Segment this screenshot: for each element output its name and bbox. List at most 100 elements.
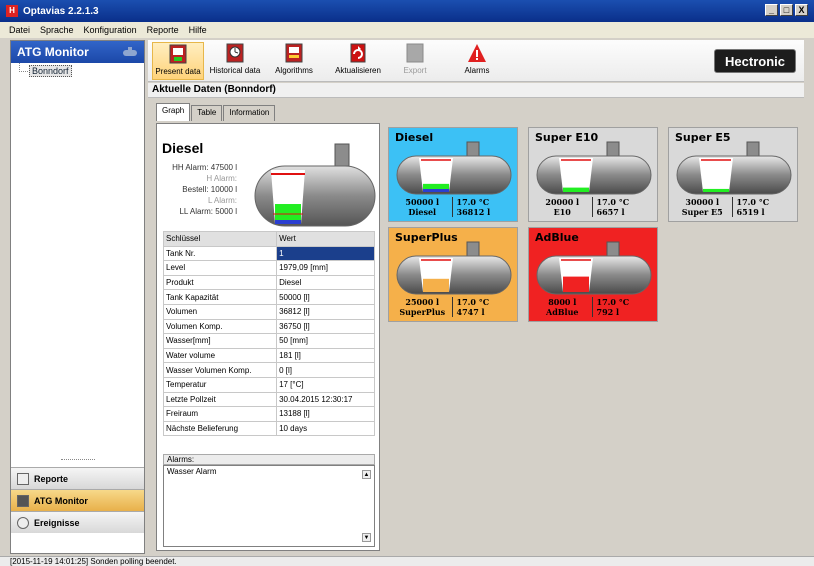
historical-data-icon bbox=[226, 43, 244, 63]
table-row[interactable]: Temperatur 17 [°C] bbox=[162, 376, 375, 393]
row-value: 50 [mm] bbox=[276, 333, 375, 349]
row-value: 181 [l] bbox=[276, 347, 375, 364]
window-title: Optavias 2.2.1.3 bbox=[23, 5, 99, 17]
tank-icon bbox=[123, 47, 137, 56]
refresh-button[interactable]: Aktualisieren bbox=[332, 42, 384, 80]
row-key: Wasser Volumen Komp. bbox=[162, 362, 278, 378]
historical-data-button[interactable]: Historical data bbox=[206, 42, 264, 80]
water-layer bbox=[275, 220, 301, 224]
tab-information[interactable]: Information bbox=[223, 105, 276, 121]
table-row[interactable]: Tank Nr. 1 bbox=[162, 245, 375, 262]
tank-card-diesel[interactable]: Diesel 50000 l Diesel 17.0 °C 36812 l bbox=[388, 127, 518, 222]
tank-card-super-e5[interactable]: Super E5 30000 l Super E5 17.0 °C 6519 l bbox=[668, 127, 798, 222]
menu-datei[interactable]: Datei bbox=[4, 25, 35, 35]
toolbar: Present data Historical data Algorithms … bbox=[148, 40, 804, 82]
alarms-button[interactable]: Alarms bbox=[460, 42, 494, 80]
col-header-key[interactable]: Schlüssel bbox=[162, 231, 278, 247]
ll-alarm: LL Alarm: 5000 l bbox=[179, 207, 237, 216]
tank-card-superplus[interactable]: SuperPlus 25000 l SuperPlus 17.0 °C 4747 l bbox=[388, 227, 518, 322]
row-value: 30.04.2015 12:30:17 bbox=[276, 391, 375, 408]
tank-window bbox=[559, 158, 593, 192]
table-row[interactable]: Wasser[mm] 50 [mm] bbox=[162, 333, 375, 349]
tank-icon bbox=[17, 494, 29, 507]
table-row[interactable]: Level 1979,09 [mm] bbox=[162, 260, 375, 276]
algorithms-button[interactable]: Algorithms bbox=[272, 42, 316, 80]
table-row[interactable]: Nächste Belieferung 10 days bbox=[162, 420, 375, 437]
tank-graphic bbox=[536, 241, 652, 295]
tank-window bbox=[699, 158, 733, 192]
alarms-label: Alarms: bbox=[163, 454, 375, 465]
splitter-grip[interactable] bbox=[61, 459, 95, 463]
nav-ereignisse[interactable]: Ereignisse bbox=[11, 511, 144, 533]
row-key: Freiraum bbox=[162, 406, 278, 422]
maximize-button[interactable]: □ bbox=[780, 4, 793, 16]
tab-graph[interactable]: Graph bbox=[156, 103, 191, 121]
menu-reporte[interactable]: Reporte bbox=[142, 25, 184, 35]
tank-graphic bbox=[396, 241, 512, 295]
menu-konfiguration[interactable]: Konfiguration bbox=[79, 25, 142, 35]
row-value: 17 [°C] bbox=[276, 376, 375, 393]
close-button[interactable]: X bbox=[795, 4, 808, 16]
table-row[interactable]: Freiraum 13188 [l] bbox=[162, 406, 375, 422]
product-title: Diesel bbox=[162, 140, 204, 156]
scroll-up-icon[interactable]: ▲ bbox=[362, 470, 371, 479]
tank-graphic bbox=[396, 141, 512, 195]
row-key: Tank Kapazität bbox=[162, 289, 278, 305]
tab-table[interactable]: Table bbox=[191, 105, 223, 121]
row-value: 36812 [l] bbox=[276, 303, 375, 320]
row-value: 0 [l] bbox=[276, 362, 375, 378]
tank-fill bbox=[563, 187, 589, 192]
table-row[interactable]: Volumen 36812 [l] bbox=[162, 303, 375, 320]
alarms-section: Alarms: Wasser Alarm ▲ ▼ bbox=[163, 454, 375, 548]
sidebar-title: ATG Monitor bbox=[17, 45, 89, 59]
hh-alarm: HH Alarm: 47500 l bbox=[172, 163, 237, 172]
row-value: Diesel bbox=[276, 274, 375, 291]
clock-icon bbox=[17, 516, 29, 529]
present-data-button[interactable]: Present data bbox=[152, 42, 204, 80]
tank-values: 25000 l SuperPlus 17.0 °C 4747 l bbox=[393, 297, 515, 317]
table-row[interactable]: Letzte Pollzeit 30.04.2015 12:30:17 bbox=[162, 391, 375, 408]
nav-atg-monitor[interactable]: ATG Monitor bbox=[11, 489, 144, 511]
row-key: Volumen Komp. bbox=[162, 318, 278, 335]
sidebar-header: ATG Monitor bbox=[11, 41, 144, 63]
tree-item-bonndorf[interactable]: Bonndorf bbox=[11, 63, 144, 77]
col-header-value[interactable]: Wert bbox=[276, 231, 375, 247]
tank-card-adblue[interactable]: AdBlue 8000 l AdBlue 17.0 °C 792 l bbox=[528, 227, 658, 322]
report-icon bbox=[17, 472, 29, 485]
main-content: Graph Table Information Diesel HH Alarm:… bbox=[148, 99, 804, 554]
l-alarm: L Alarm: bbox=[207, 196, 237, 205]
tank-detail-panel: Diesel HH Alarm: 47500 l H Alarm: Bestel… bbox=[156, 123, 380, 551]
sidebar: ATG Monitor Bonndorf Reporte ATG Monitor… bbox=[10, 40, 145, 554]
row-key: Produkt bbox=[162, 274, 278, 291]
export-button[interactable]: Export bbox=[400, 42, 430, 80]
algorithms-icon bbox=[285, 43, 303, 63]
row-key: Temperatur bbox=[162, 376, 278, 393]
title-bar: H Optavias 2.2.1.3 _ □ X bbox=[0, 0, 814, 22]
table-row[interactable]: Tank Kapazität 50000 [l] bbox=[162, 289, 375, 305]
alarm-warning-icon bbox=[468, 44, 486, 62]
row-value: 13188 [l] bbox=[276, 406, 375, 422]
menu-bar: Datei Sprache Konfiguration Reporte Hilf… bbox=[0, 22, 814, 38]
row-value: 1979,09 [mm] bbox=[276, 260, 375, 276]
tank-fill bbox=[563, 276, 589, 292]
tank-fill bbox=[703, 188, 729, 192]
export-icon bbox=[406, 43, 424, 63]
alarms-textarea[interactable]: Wasser Alarm ▲ ▼ bbox=[163, 465, 375, 547]
page-title: Aktuelle Daten (Bonndorf) bbox=[148, 83, 804, 98]
row-key: Wasser[mm] bbox=[162, 333, 278, 349]
minimize-button[interactable]: _ bbox=[765, 4, 778, 16]
table-row[interactable]: Wasser Volumen Komp. 0 [l] bbox=[162, 362, 375, 378]
h-alarm: H Alarm: bbox=[206, 174, 237, 183]
tank-card-super-e10[interactable]: Super E10 20000 l E10 17.0 °C 6657 l bbox=[528, 127, 658, 222]
hectronic-logo: Hectronic bbox=[714, 49, 796, 73]
tank-diagram bbox=[254, 143, 376, 227]
scroll-down-icon[interactable]: ▼ bbox=[362, 533, 371, 542]
table-row[interactable]: Water volume 181 [l] bbox=[162, 347, 375, 364]
table-row[interactable]: Volumen Komp. 36750 [l] bbox=[162, 318, 375, 335]
bestell: Bestell: 10000 l bbox=[182, 185, 237, 194]
menu-sprache[interactable]: Sprache bbox=[35, 25, 79, 35]
table-row[interactable]: Produkt Diesel bbox=[162, 274, 375, 291]
menu-hilfe[interactable]: Hilfe bbox=[184, 25, 212, 35]
tank-graphic bbox=[536, 141, 652, 195]
nav-reporte[interactable]: Reporte bbox=[11, 467, 144, 489]
